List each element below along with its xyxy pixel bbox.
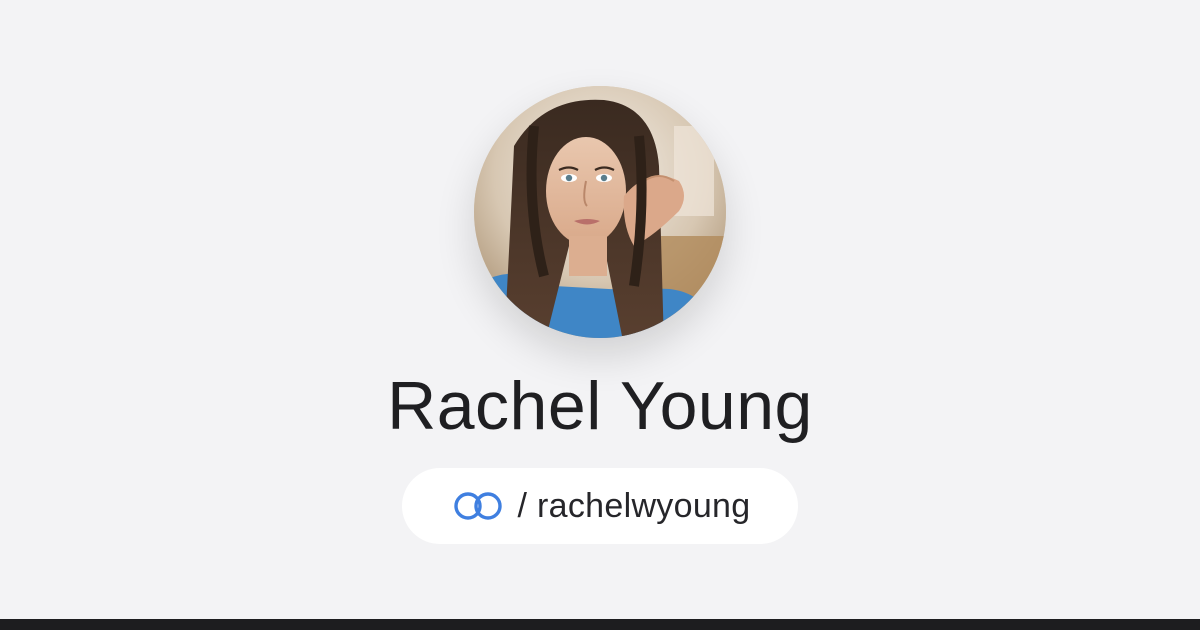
profile-name: Rachel Young xyxy=(387,368,813,444)
profile-photo xyxy=(474,86,726,338)
handle-link[interactable]: / rachelwyoung xyxy=(402,468,798,544)
handle-text: / rachelwyoung xyxy=(518,487,751,526)
handle-separator: / xyxy=(517,486,528,525)
bottom-bar xyxy=(0,619,1200,630)
linked-rings-icon xyxy=(450,489,506,523)
handle-username: rachelwyoung xyxy=(537,486,751,525)
avatar[interactable] xyxy=(474,86,726,338)
profile-card: Rachel Young / rachelwyoung xyxy=(0,0,1200,619)
